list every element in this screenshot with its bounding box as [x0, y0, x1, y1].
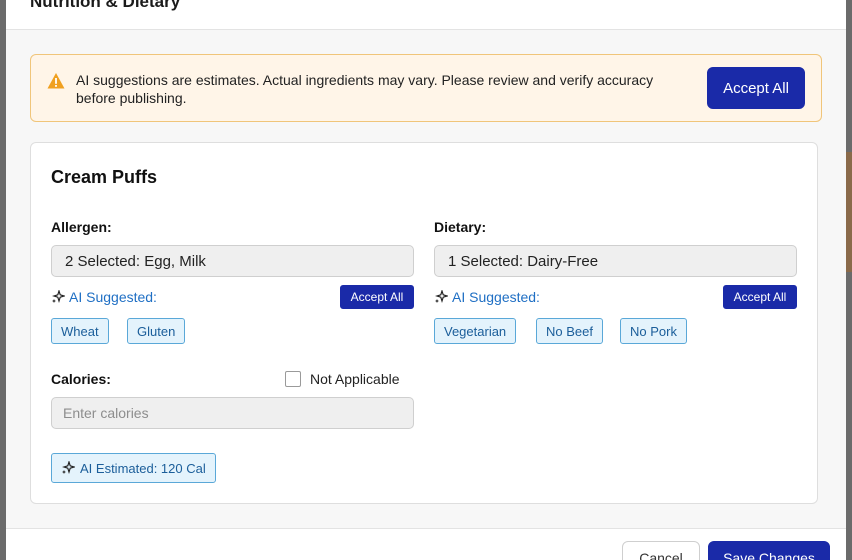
- calories-label: Calories:: [51, 371, 111, 387]
- alert-message: AI suggestions are estimates. Actual ing…: [76, 72, 654, 106]
- not-applicable-label[interactable]: Not Applicable: [310, 371, 400, 387]
- modal-footer: Cancel Save Changes: [6, 528, 846, 560]
- modal-title: Nutrition & Dietary: [30, 0, 181, 11]
- allergen-chip-wheat[interactable]: Wheat: [51, 318, 109, 344]
- background-image-strip: [846, 152, 852, 272]
- sparkle-icon: [434, 289, 449, 304]
- dietary-chip-vegetarian[interactable]: Vegetarian: [434, 318, 517, 344]
- ai-estimated-calories-chip[interactable]: AI Estimated: 120 Cal: [51, 453, 216, 483]
- modal-header: Nutrition & Dietary: [6, 0, 846, 30]
- sparkle-icon: [51, 289, 66, 304]
- item-name: Cream Puffs: [51, 167, 158, 187]
- allergen-accept-all-button[interactable]: Accept All: [340, 285, 414, 309]
- ai-warning-alert: AI suggestions are estimates. Actual ing…: [30, 54, 822, 122]
- item-card: Cream Puffs Allergen: 2 Selected: Egg, M…: [30, 142, 818, 504]
- dietary-ai-suggested: AI Suggested:: [434, 289, 540, 305]
- dietary-chip-no-beef[interactable]: No Beef: [536, 318, 603, 344]
- not-applicable-checkbox[interactable]: [285, 371, 301, 387]
- dietary-label: Dietary:: [434, 219, 487, 235]
- dietary-chip-no-pork[interactable]: No Pork: [620, 318, 687, 344]
- allergen-ai-suggested: AI Suggested:: [51, 289, 157, 305]
- save-changes-button[interactable]: Save Changes: [708, 541, 830, 560]
- dietary-accept-all-button[interactable]: Accept All: [723, 285, 797, 309]
- cancel-button[interactable]: Cancel: [622, 541, 700, 560]
- sparkle-icon: [61, 460, 76, 475]
- accept-all-button[interactable]: Accept All: [707, 67, 805, 109]
- dietary-ai-suggested-label: AI Suggested:: [452, 289, 540, 305]
- warning-icon: [47, 72, 65, 90]
- allergen-chip-gluten[interactable]: Gluten: [127, 318, 186, 344]
- allergen-ai-suggested-label: AI Suggested:: [69, 289, 157, 305]
- allergen-label: Allergen:: [51, 219, 112, 235]
- dietary-select[interactable]: 1 Selected: Dairy-Free: [434, 245, 797, 277]
- ai-estimated-label: AI Estimated: 120 Cal: [80, 460, 206, 476]
- calories-input[interactable]: [51, 397, 414, 429]
- allergen-select[interactable]: 2 Selected: Egg, Milk: [51, 245, 414, 277]
- nutrition-dietary-modal: Nutrition & Dietary AI suggestions are e…: [6, 0, 846, 560]
